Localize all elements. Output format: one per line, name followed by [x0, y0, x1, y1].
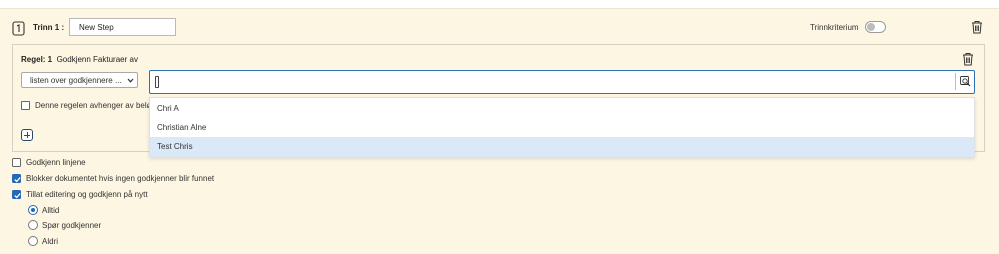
- reapprove-label-never: Aldri: [42, 237, 59, 246]
- suggestion-item[interactable]: Christian Alne: [150, 118, 974, 138]
- reapprove-radio-ask[interactable]: [28, 220, 38, 230]
- delete-rule-trash-icon[interactable]: [962, 52, 974, 66]
- rule-number: Regel: 1: [21, 55, 53, 64]
- step-badge-icon: [12, 21, 25, 36]
- add-rule-button[interactable]: [21, 129, 33, 141]
- reapprove-label-always: Alltid: [42, 206, 60, 215]
- approve-lines-checkbox[interactable]: [12, 158, 21, 167]
- step-name-input[interactable]: [69, 18, 176, 36]
- allow-edit-checkbox[interactable]: [12, 190, 21, 199]
- approver-source-select[interactable]: listen over godkjennere ...: [21, 72, 138, 88]
- delete-step-trash-icon[interactable]: [971, 20, 983, 34]
- checkmark-icon: [14, 193, 21, 199]
- checkmark-icon: [14, 177, 21, 183]
- step-criterion-label: Trinnkriterium: [810, 23, 859, 32]
- toggle-knob: [867, 23, 875, 31]
- step-criterion-toggle[interactable]: [865, 21, 886, 33]
- approver-source-value: listen over godkjennere ...: [30, 75, 122, 85]
- block-document-label: Blokker dokumentet hvis ingen godkjenner…: [26, 174, 215, 183]
- block-document-checkbox[interactable]: [12, 174, 21, 183]
- step-label: Trinn 1 :: [33, 23, 65, 32]
- reapprove-label-ask: Spør godkjenner: [42, 221, 102, 230]
- approver-search-field[interactable]: [149, 70, 975, 94]
- search-divider: [955, 73, 956, 90]
- suggestion-item-highlighted[interactable]: Test Chris: [150, 137, 974, 157]
- search-icon[interactable]: [960, 76, 971, 87]
- allow-edit-label: Tillat editering og godkjenn på nytt: [26, 190, 148, 199]
- rule-name: Godkjenn Fakturaer av: [56, 55, 138, 64]
- chevron-down-icon: [127, 78, 134, 83]
- reapprove-radio-never[interactable]: [28, 236, 38, 246]
- depends-on-amount-label: Denne regelen avhenger av beløp: [35, 101, 150, 110]
- rule-title: Regel: 1 Godkjenn Fakturaer av: [21, 55, 138, 64]
- reapprove-radio-always[interactable]: [28, 205, 38, 215]
- approver-search-input[interactable]: [155, 75, 945, 89]
- suggestion-item[interactable]: Chri A: [150, 99, 974, 119]
- depends-on-amount-checkbox[interactable]: [21, 101, 30, 110]
- approver-suggestions-list: Chri A Christian Alne Test Chris: [149, 97, 975, 157]
- approve-lines-label: Godkjenn linjene: [26, 158, 86, 167]
